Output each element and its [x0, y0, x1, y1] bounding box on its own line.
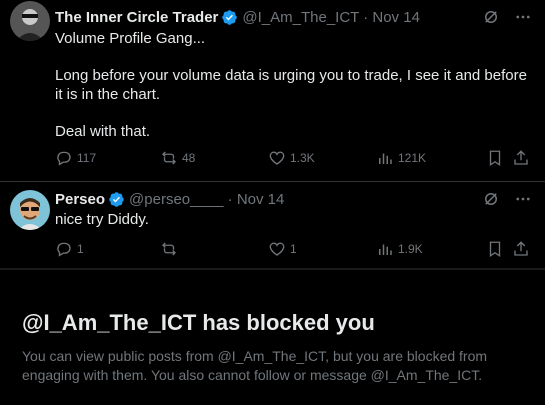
reply-icon — [57, 151, 71, 166]
reply-icon — [57, 242, 71, 257]
blocked-title: @I_Am_The_ICT has blocked you — [22, 310, 375, 335]
like-count: 1.3K — [290, 151, 315, 165]
like-icon — [269, 151, 285, 165]
tweet-ict[interactable]: The Inner Circle Trader @I_Am_The_ICT · … — [0, 0, 545, 182]
reply-count: 1 — [77, 242, 84, 256]
tweet-text-line: Volume Profile Gang... — [55, 30, 206, 47]
views-count: 1.9K — [398, 242, 423, 256]
author-name[interactable]: The Inner Circle Trader — [55, 9, 218, 26]
avatar[interactable] — [10, 190, 50, 230]
tweet-header-actions — [481, 189, 533, 209]
author-handle-date[interactable]: @perseo____ · Nov 14 — [129, 191, 284, 208]
bookmark-button[interactable] — [486, 240, 512, 258]
share-icon — [514, 241, 528, 256]
share-icon — [514, 150, 528, 165]
author-handle-date[interactable]: @I_Am_The_ICT · Nov 14 — [242, 9, 420, 26]
like-button[interactable]: 1 — [268, 240, 376, 258]
bookmark-button[interactable] — [486, 149, 512, 167]
tweet-actions: 1 1 1.9K — [55, 239, 535, 259]
reply-button[interactable]: 1 — [55, 240, 160, 258]
tweet-header: Perseo @perseo____ · Nov 14 — [55, 189, 284, 209]
share-button[interactable] — [512, 240, 532, 258]
bookmark-icon — [489, 241, 501, 258]
reply-count: 117 — [77, 151, 97, 165]
repost-icon — [162, 242, 176, 256]
views-icon — [379, 153, 392, 164]
tweet-text-line: Deal with that. — [55, 123, 151, 140]
views-icon — [379, 244, 392, 255]
like-count: 1 — [290, 242, 297, 256]
bookmark-icon — [489, 150, 501, 167]
views-count: 121K — [398, 151, 427, 165]
blocked-description: You can view public posts from @I_Am_The… — [22, 348, 488, 383]
tweet-text-line: Long before your volume data is urging y… — [55, 67, 527, 103]
repost-icon — [162, 151, 176, 165]
like-button[interactable]: 1.3K — [268, 149, 376, 167]
reply-button[interactable]: 117 — [55, 149, 160, 167]
tweet-header-actions — [481, 7, 533, 27]
author-name[interactable]: Perseo — [55, 191, 105, 208]
tweet-text: nice try Diddy. — [55, 211, 149, 228]
grok-icon[interactable] — [481, 7, 501, 27]
repost-button[interactable] — [160, 240, 268, 258]
more-icon[interactable] — [513, 7, 533, 27]
repost-count: 48 — [182, 151, 196, 165]
tweet-header: The Inner Circle Trader @I_Am_The_ICT · … — [55, 7, 420, 27]
views-button[interactable]: 121K — [376, 149, 486, 167]
share-button[interactable] — [512, 149, 532, 167]
avatar[interactable] — [10, 1, 50, 41]
views-button[interactable]: 1.9K — [376, 240, 486, 258]
blocked-notice: @I_Am_The_ICT has blocked you You can vi… — [0, 268, 545, 405]
tweet-text: Volume Profile Gang... Long before your … — [55, 29, 535, 159]
tweet-actions: 117 48 1.3K 121K — [55, 148, 535, 168]
repost-button[interactable]: 48 — [160, 149, 268, 167]
like-icon — [269, 242, 285, 256]
grok-icon[interactable] — [481, 189, 501, 209]
more-icon[interactable] — [513, 189, 533, 209]
verified-badge-icon — [108, 191, 125, 208]
verified-badge-icon — [221, 9, 238, 26]
